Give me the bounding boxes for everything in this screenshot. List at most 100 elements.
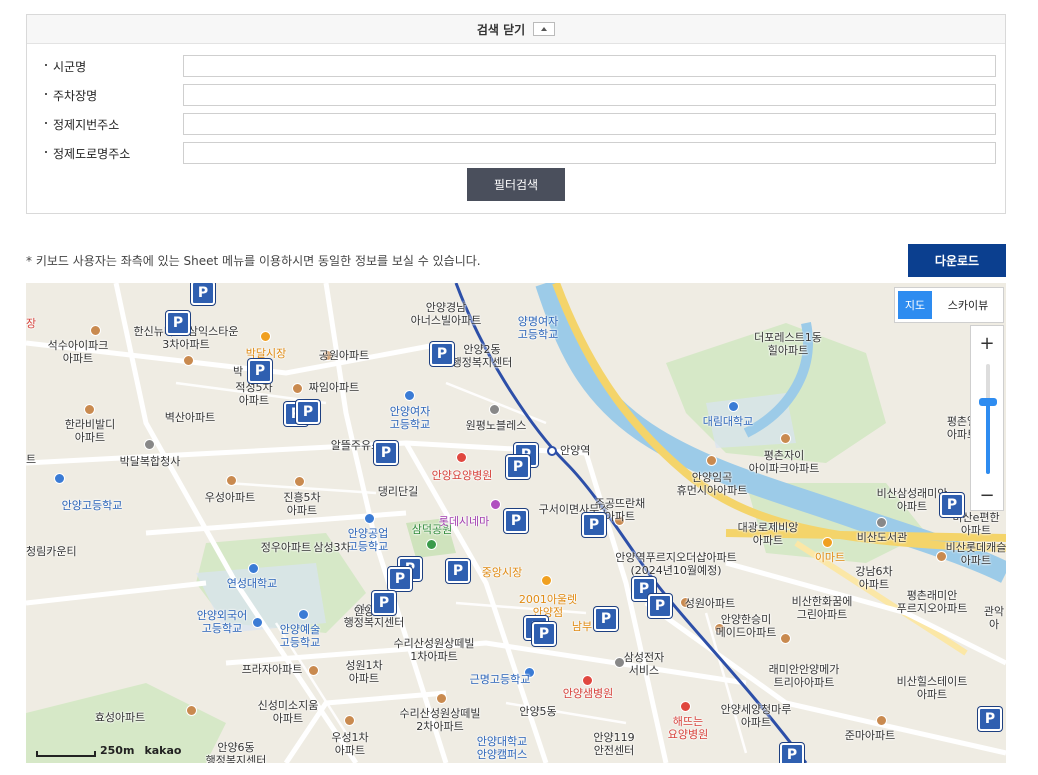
parking-marker[interactable]: P [374, 441, 398, 465]
search-header-title: 검색 닫기 [476, 22, 526, 37]
map-type-switcher: 지도 스카이뷰 [894, 287, 1004, 323]
school-poi-icon [54, 473, 65, 484]
parking-marker[interactable]: P [388, 567, 412, 591]
apartment-poi-icon [90, 325, 101, 336]
lot-address-input[interactable] [183, 113, 996, 135]
university-poi-icon [248, 563, 259, 574]
zoom-slider-handle[interactable] [979, 398, 997, 406]
search-panel: 검색 닫기 시군명 주차장명 정제지번주소 정제도로명주소 필터검색 [26, 14, 1006, 214]
map-label: 비산삼성래미안 아파트 [876, 487, 948, 513]
map-label: 트 [26, 453, 37, 466]
map-label: 안양대학교 안양캠퍼스 [476, 735, 528, 761]
map-label: 안양한승미 메이드아파트 [715, 613, 777, 639]
parking-marker[interactable]: P [532, 622, 556, 646]
map-label: 벽산아파트 [164, 411, 216, 424]
parking-marker[interactable]: P [248, 359, 272, 383]
university-poi-icon [728, 401, 739, 412]
apartment-poi-icon [706, 455, 717, 466]
mall-poi-icon [541, 575, 552, 586]
download-button[interactable]: 다운로드 [908, 244, 1006, 277]
road-address-input[interactable] [183, 142, 996, 164]
map-label: 평촌래미안 푸르지오아파트 [896, 589, 968, 615]
map-label: 롯데시네마 [438, 515, 490, 528]
zoom-slider-fill [986, 402, 990, 474]
map-label: 안양119 안전센터 [593, 731, 635, 757]
map-label: 성원1차 아파트 [345, 659, 383, 685]
zoom-in-button[interactable]: + [971, 328, 1003, 358]
apartment-poi-icon [183, 355, 194, 366]
bullet-icon [45, 64, 47, 66]
hospital-poi-icon [456, 452, 467, 463]
map-label: 래미안안양메가 트리아아파트 [768, 663, 840, 689]
parking-marker[interactable]: P [582, 513, 606, 537]
parking-marker[interactable]: P [372, 591, 396, 615]
zoom-out-button[interactable]: − [971, 480, 1003, 510]
filter-search-button[interactable]: 필터검색 [467, 168, 565, 201]
parking-marker[interactable]: P [978, 707, 1002, 731]
map-label: 남부 [571, 620, 593, 633]
field-label-road-address: 정제도로명주소 [53, 146, 131, 161]
map-label: 더포레스트1동 힐아파트 [754, 331, 822, 357]
parking-marker[interactable]: P [296, 400, 320, 424]
map-label: 공원아파트 [318, 349, 370, 362]
zoom-control: + − [970, 325, 1004, 511]
parking-marker[interactable]: P [506, 455, 530, 479]
map-label: 삼성전자 서비스 [623, 651, 665, 677]
map-label: 평촌자이 아이파크아파트 [748, 449, 820, 475]
map-view[interactable]: 안양경남 아너스빌아파트 양명여자 고등학교 한신뉴타운/삼익스타운 3차아파트… [26, 283, 1006, 763]
map-label: 프라자아파트 [241, 663, 303, 676]
map-label: 우성아파트 [204, 491, 256, 504]
keyboard-notice: * 키보드 사용자는 좌측에 있는 Sheet 메뉴를 이용하시면 동일한 정보… [26, 254, 481, 268]
parking-marker[interactable]: P [594, 607, 618, 631]
caret-up-icon [541, 27, 548, 31]
field-row-city: 시군명 [27, 55, 1005, 77]
bullet-icon [45, 122, 47, 124]
map-label: 안양공업 고등학교 [347, 527, 389, 553]
map-label: 비산롯데캐슬 아파트 [945, 541, 1006, 567]
parking-name-input[interactable] [183, 84, 996, 106]
parking-marker[interactable]: P [430, 342, 454, 366]
apartment-poi-icon [876, 715, 887, 726]
map-label: 비산한화꿈에 그린아파트 [791, 595, 853, 621]
map-label: 연성대학교 [226, 577, 278, 590]
map-label: 비산도서관 [856, 531, 908, 544]
map-label: 박달복합청사 [119, 455, 181, 468]
map-label: 해뜨는 요양병원 [667, 715, 709, 741]
city-input[interactable] [183, 55, 996, 77]
apartment-poi-icon [308, 665, 319, 676]
cinema-poi-icon [490, 499, 501, 510]
map-label: 대광로제비앙 아파트 [737, 521, 799, 547]
parking-marker[interactable]: P [191, 283, 215, 305]
map-label: 양명여자 고등학교 [517, 315, 559, 341]
parking-marker[interactable]: P [648, 594, 672, 618]
field-label-lot-address: 정제지번주소 [53, 117, 120, 132]
field-row-parking-name: 주차장명 [27, 84, 1005, 106]
market-poi-icon [260, 331, 271, 342]
map-label: 효성아파트 [94, 711, 146, 724]
map-label: 박 [232, 365, 244, 378]
parking-marker[interactable]: P [166, 311, 190, 335]
map-type-tab-skyview[interactable]: 스카이뷰 [936, 291, 1000, 319]
map-label: 삼성3차 [313, 541, 351, 554]
map-type-tab-map[interactable]: 지도 [898, 291, 932, 319]
scale-bar [36, 751, 96, 757]
apartment-poi-icon [780, 433, 791, 444]
map-label: 수리산성원상떼빌 1차아파트 [393, 637, 475, 663]
kakao-logo: kakao [144, 744, 182, 757]
map-label: 신성미소지움 아파트 [257, 699, 319, 725]
map-label: 적성5차 아파트 [235, 381, 273, 407]
map-label: 안양임곡 휴먼시아아파트 [676, 471, 748, 497]
map-label: 안양6동 행정복지센터 [205, 741, 267, 763]
hospital-poi-icon [680, 701, 691, 712]
map-label: 안양5동 [519, 705, 557, 718]
collapse-toggle-button[interactable] [533, 22, 556, 36]
parking-marker[interactable]: P [780, 743, 804, 763]
map-label: 청림카운티 [26, 545, 77, 558]
parking-marker[interactable]: P [940, 493, 964, 517]
map-label: 안양요양병원 [431, 469, 493, 482]
map-scale: 250m kakao [36, 744, 181, 757]
parking-marker[interactable]: P [446, 559, 470, 583]
parking-marker[interactable]: P [504, 509, 528, 533]
map-label: 대림대학교 [702, 415, 754, 428]
map-label: 안양외국어 고등학교 [196, 609, 248, 635]
